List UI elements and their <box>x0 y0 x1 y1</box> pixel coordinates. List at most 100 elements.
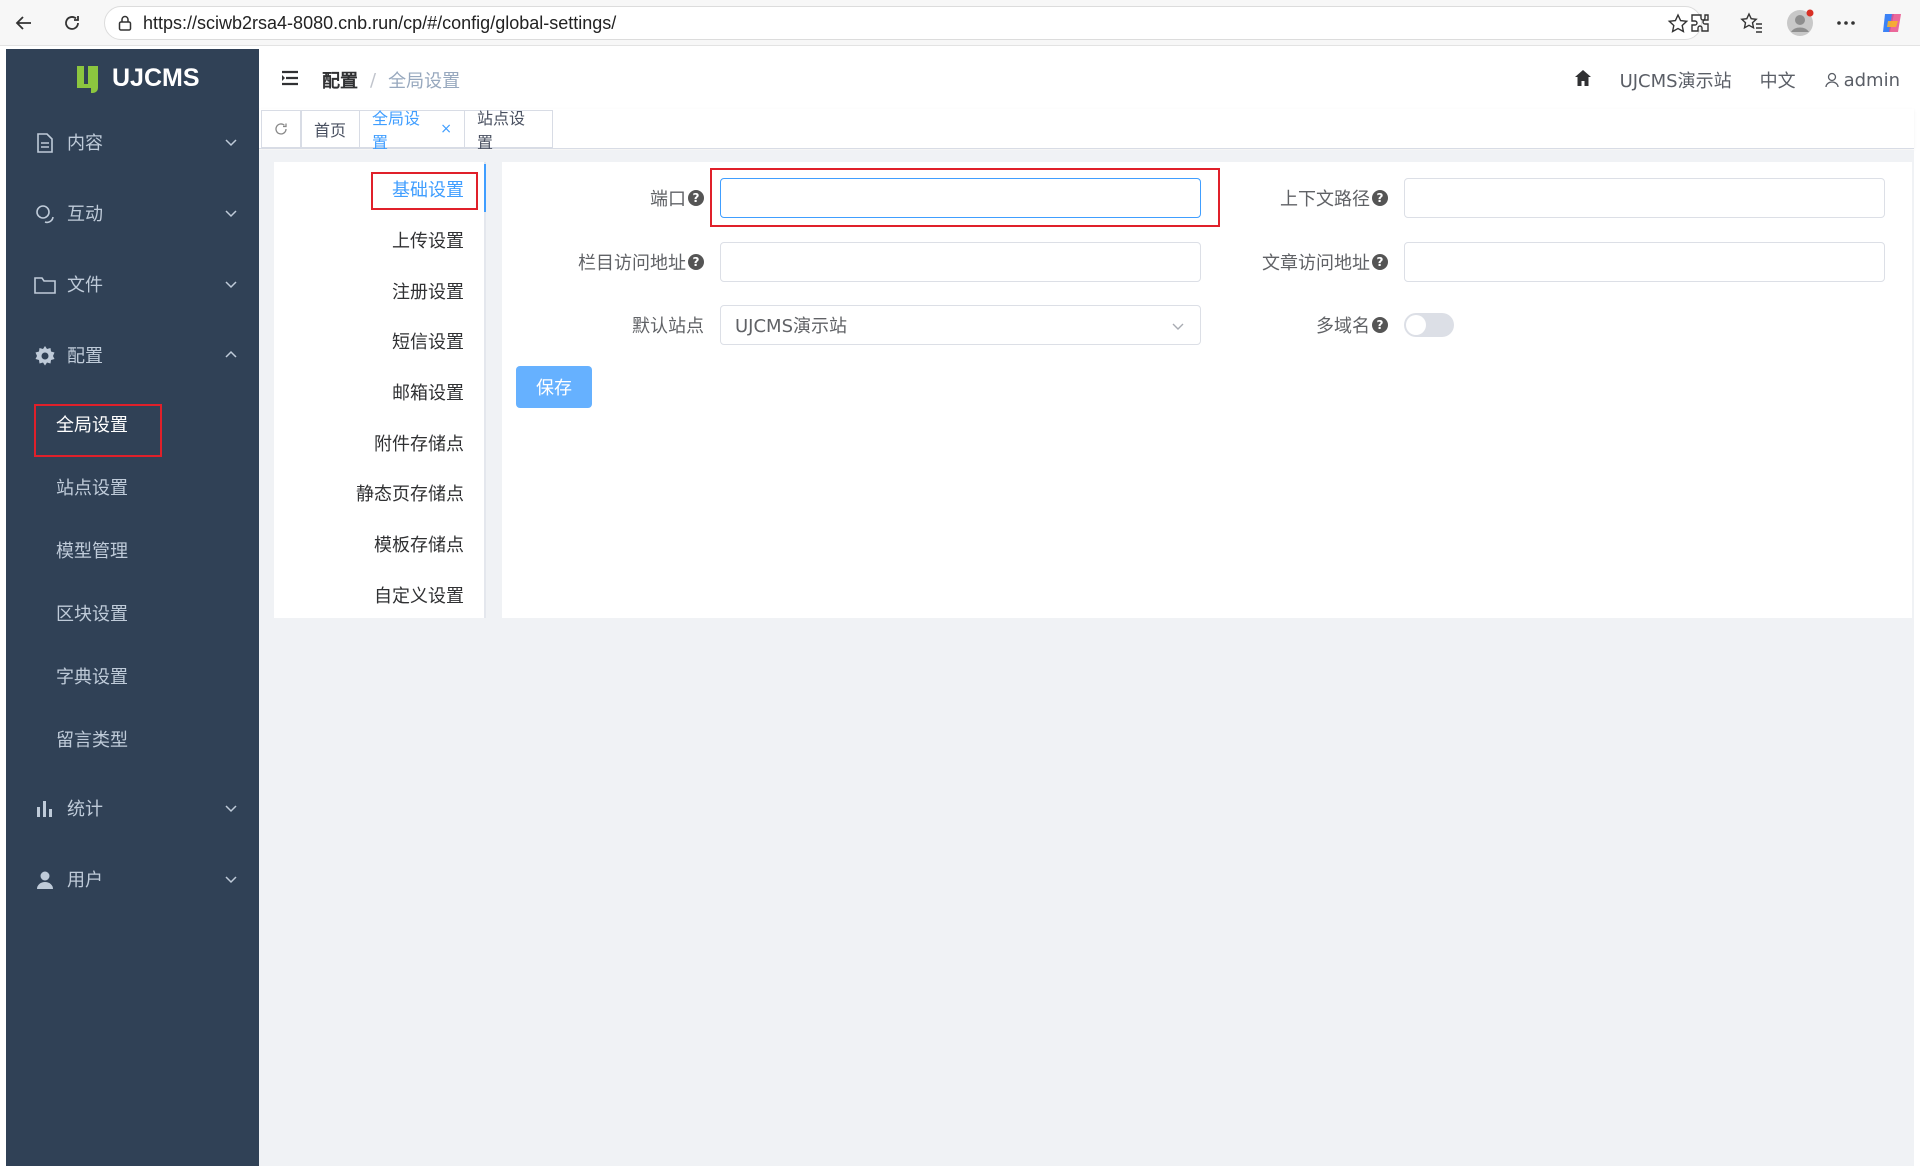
sidebar-item-files[interactable]: 文件 <box>6 258 259 310</box>
breadcrumb: 配置 / 全局设置 <box>322 67 460 93</box>
sidebar-item-label: 文件 <box>67 275 103 296</box>
sidebar-item-config[interactable]: 配置 <box>6 329 259 381</box>
user-icon <box>34 869 56 891</box>
settings-form <box>502 162 1912 618</box>
reload-icon <box>65 16 79 30</box>
article-url-label: 文章访问地址? <box>1202 242 1388 282</box>
profile-avatar-icon[interactable] <box>1784 7 1816 39</box>
refresh-icon <box>275 123 287 135</box>
context-path-input[interactable] <box>1404 178 1885 218</box>
multi-domain-label: 多域名? <box>1202 305 1388 345</box>
sidebar-subitem-label: 模型管理 <box>56 541 128 562</box>
chat-icon <box>34 203 56 225</box>
help-icon[interactable]: ? <box>1372 317 1388 333</box>
channel-url-label: 栏目访问地址? <box>520 242 704 282</box>
help-icon[interactable]: ? <box>688 190 704 206</box>
hamburger-menu-icon[interactable] <box>281 70 299 90</box>
language-switcher[interactable]: 中文 <box>1760 67 1796 93</box>
breadcrumb-separator: / <box>370 69 377 91</box>
user-menu[interactable]: admin <box>1824 70 1900 91</box>
app-logo[interactable]: UJCMS <box>74 63 200 93</box>
chevron-up-icon <box>225 350 237 358</box>
close-icon[interactable]: × <box>440 121 452 137</box>
tab-label: 站点设置 <box>477 109 526 152</box>
sidebar-subitem-label: 区块设置 <box>56 604 128 625</box>
highlight-box-port-input <box>710 168 1220 227</box>
help-icon[interactable]: ? <box>1372 190 1388 206</box>
refresh-tab-button[interactable] <box>261 110 301 148</box>
breadcrumb-parent[interactable]: 配置 <box>322 67 358 93</box>
sidebar-item-content[interactable]: 内容 <box>6 116 259 168</box>
port-label: 端口? <box>520 178 704 218</box>
header-actions: UJCMS演示站 中文 admin <box>1574 67 1900 93</box>
sidebar-item-users[interactable]: 用户 <box>6 853 259 905</box>
sidebar-subitem-site-settings[interactable]: 站点设置 <box>6 461 259 513</box>
extensions-icon[interactable] <box>1684 7 1716 39</box>
default-site-label: 默认站点 <box>520 305 704 345</box>
help-icon[interactable]: ? <box>688 254 704 270</box>
chevron-down-icon <box>225 876 237 884</box>
back-button[interactable] <box>8 7 40 39</box>
sidebar-subitem-message-types[interactable]: 留言类型 <box>6 713 259 765</box>
save-button[interactable]: 保存 <box>516 366 592 408</box>
multi-domain-toggle[interactable] <box>1404 313 1454 337</box>
tab-home[interactable]: 首页 <box>301 110 360 148</box>
url-text: https://sciwb2rsa4-8080.cnb.run/cp/#/con… <box>143 12 617 33</box>
settings-nav-static-page-storage[interactable]: 静态页存储点 <box>356 480 464 506</box>
folder-icon <box>34 274 56 296</box>
context-path-label: 上下文路径? <box>1202 178 1388 218</box>
settings-nav-register[interactable]: 注册设置 <box>392 278 464 304</box>
site-switcher[interactable]: UJCMS演示站 <box>1620 67 1732 93</box>
highlight-box-global-settings <box>34 404 162 457</box>
settings-nav-template-storage[interactable]: 模板存储点 <box>374 531 464 557</box>
favorites-icon[interactable] <box>1736 7 1768 39</box>
back-arrow-icon <box>15 16 31 30</box>
default-site-value: UJCMS演示站 <box>735 316 848 337</box>
address-bar[interactable]: https://sciwb2rsa4-8080.cnb.run/cp/#/con… <box>104 6 1702 40</box>
settings-nav-upload[interactable]: 上传设置 <box>392 227 464 253</box>
sidebar-subitem-model-management[interactable]: 模型管理 <box>6 524 259 576</box>
sidebar-item-label: 用户 <box>67 870 103 891</box>
logo-text: UJCMS <box>112 63 200 92</box>
tab-global-settings[interactable]: 全局设置 × <box>359 109 465 152</box>
port-label-text: 端口 <box>650 189 686 210</box>
sidebar-item-interaction[interactable]: 互动 <box>6 187 259 239</box>
settings-nav: 基础设置 上传设置 注册设置 短信设置 邮箱设置 附件存储点 静态页存储点 模板… <box>274 162 486 618</box>
channel-url-label-text: 栏目访问地址 <box>578 253 686 274</box>
toggle-knob <box>1406 315 1426 335</box>
settings-nav-attachment-storage[interactable]: 附件存储点 <box>374 430 464 456</box>
active-tab-indicator <box>484 164 486 212</box>
channel-url-input[interactable] <box>720 242 1201 282</box>
settings-nav-sms[interactable]: 短信设置 <box>392 328 464 354</box>
settings-nav-custom[interactable]: 自定义设置 <box>374 582 464 608</box>
document-icon <box>34 132 56 154</box>
tab-site-settings[interactable]: 站点设置 <box>464 109 553 152</box>
sidebar-subitem-dictionary-settings[interactable]: 字典设置 <box>6 650 259 702</box>
breadcrumb-current: 全局设置 <box>388 71 461 92</box>
home-icon[interactable] <box>1574 69 1592 92</box>
copilot-icon[interactable] <box>1876 7 1908 39</box>
highlight-box-basic-settings <box>371 172 478 210</box>
top-header: 配置 / 全局设置 UJCMS演示站 中文 admin <box>259 49 1914 109</box>
chevron-down-icon <box>225 805 237 813</box>
lock-icon <box>115 13 135 33</box>
chevron-down-icon <box>225 139 237 147</box>
tab-label: 全局设置 <box>372 109 421 152</box>
multi-domain-label-text: 多域名 <box>1316 316 1370 337</box>
article-url-input[interactable] <box>1404 242 1885 282</box>
help-icon[interactable]: ? <box>1372 254 1388 270</box>
more-options-icon[interactable] <box>1830 7 1862 39</box>
context-path-label-text: 上下文路径 <box>1280 189 1370 210</box>
sidebar-subitem-block-settings[interactable]: 区块设置 <box>6 587 259 639</box>
sidebar-subitem-label: 留言类型 <box>56 730 128 751</box>
reload-button[interactable] <box>56 7 88 39</box>
user-outline-icon <box>1824 72 1839 88</box>
article-url-label-text: 文章访问地址 <box>1262 253 1370 274</box>
sidebar-item-statistics[interactable]: 统计 <box>6 782 259 834</box>
chevron-down-icon <box>1172 323 1184 330</box>
browser-toolbar: https://sciwb2rsa4-8080.cnb.run/cp/#/con… <box>0 0 1920 46</box>
ujcms-logo-icon <box>77 66 98 93</box>
default-site-select[interactable]: UJCMS演示站 <box>720 305 1201 345</box>
sidebar-item-label: 内容 <box>67 133 103 154</box>
settings-nav-email[interactable]: 邮箱设置 <box>392 379 464 405</box>
